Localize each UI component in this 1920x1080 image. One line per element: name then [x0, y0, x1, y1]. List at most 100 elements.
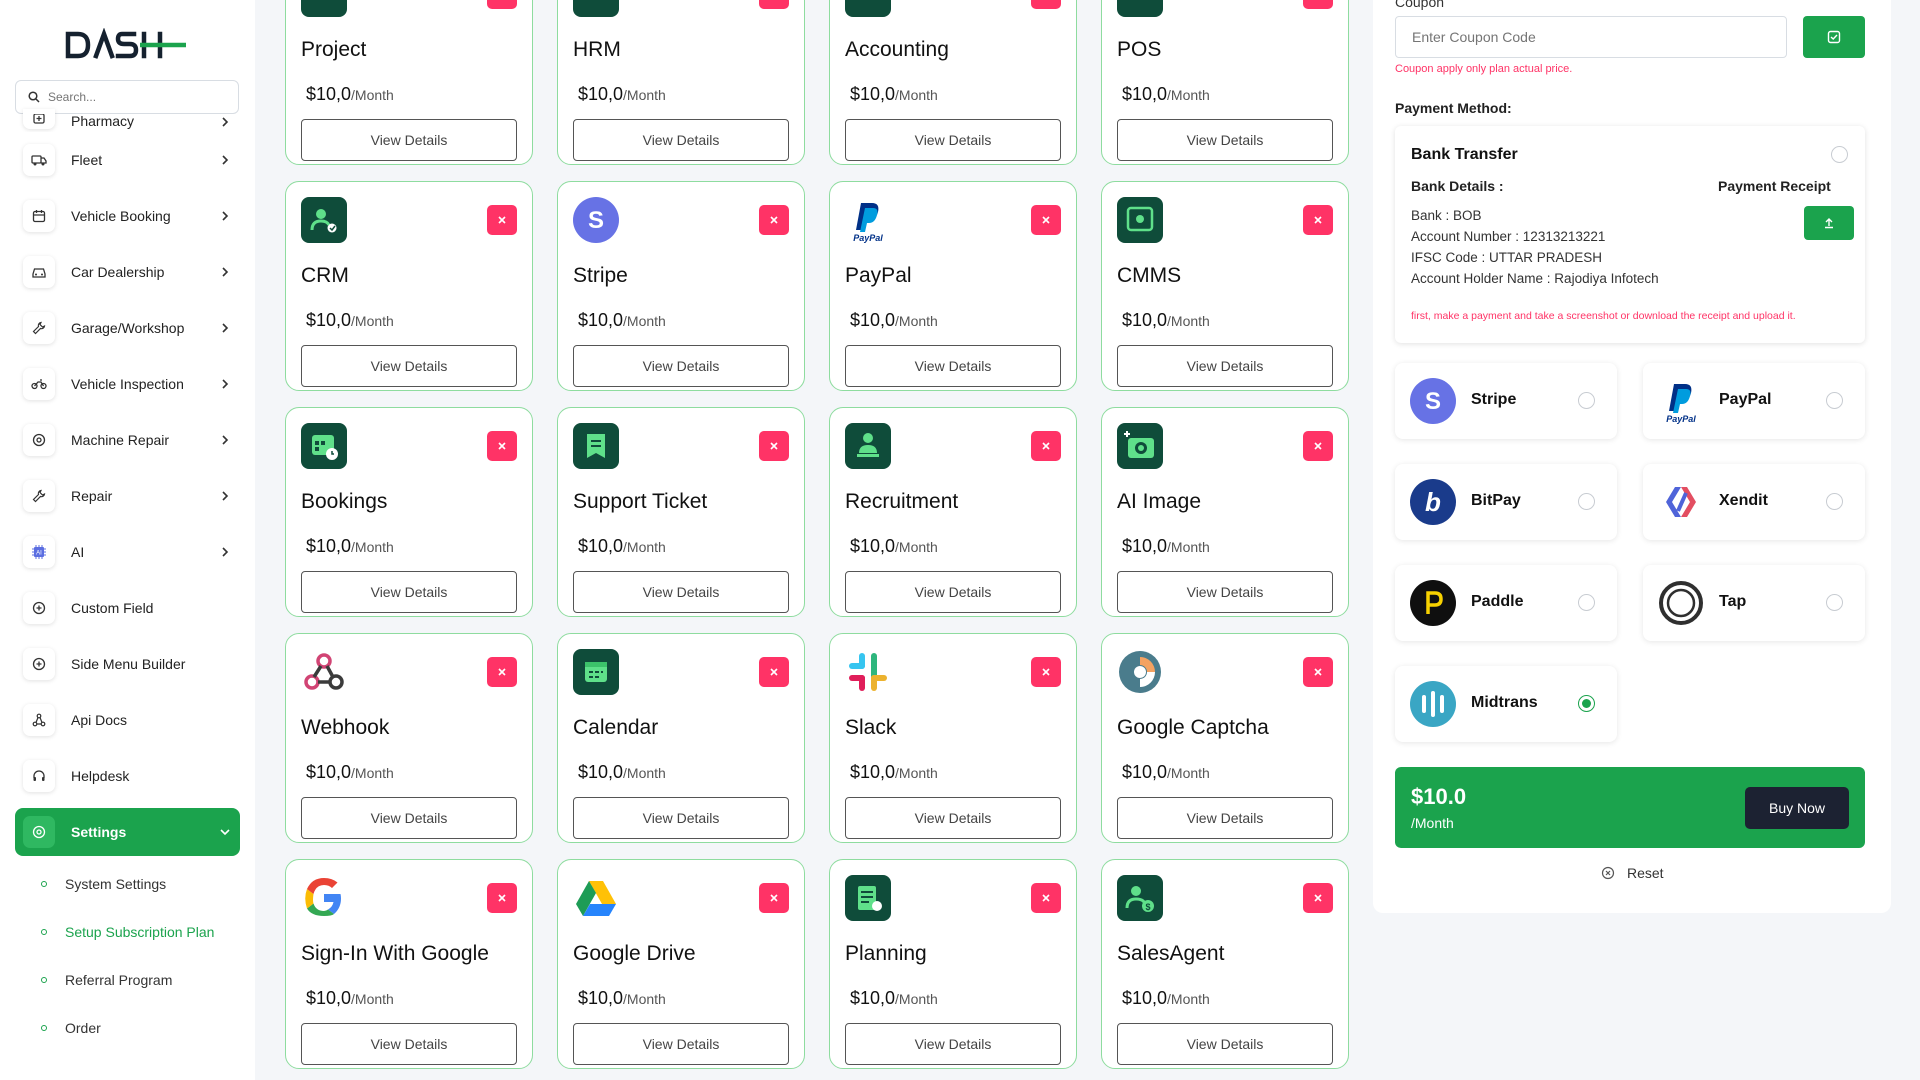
view-details-button[interactable]: View Details [301, 119, 517, 161]
close-icon [498, 216, 506, 224]
gateway-radio[interactable] [1578, 392, 1595, 409]
view-details-button[interactable]: View Details [1117, 571, 1333, 613]
remove-plan-button[interactable] [487, 883, 517, 913]
gateway-radio[interactable] [1578, 594, 1595, 611]
view-details-button[interactable]: View Details [573, 571, 789, 613]
plan-price: $10,0/Month [578, 762, 666, 783]
remove-plan-button[interactable] [487, 0, 517, 9]
submenu-system-settings[interactable]: System Settings [15, 860, 240, 908]
gateway-paypal[interactable]: PayPal PayPal [1643, 363, 1865, 439]
remove-plan-button[interactable] [1031, 431, 1061, 461]
upload-receipt-button[interactable] [1804, 206, 1854, 240]
chevron-right-icon [222, 155, 229, 165]
view-details-button[interactable]: View Details [845, 571, 1061, 613]
remove-plan-button[interactable] [1303, 431, 1333, 461]
remove-plan-button[interactable] [759, 205, 789, 235]
remove-plan-button[interactable] [1031, 657, 1061, 687]
view-details-button[interactable]: View Details [573, 119, 789, 161]
gateway-stripe[interactable]: S Stripe [1395, 363, 1617, 439]
view-details-button[interactable]: View Details [301, 345, 517, 387]
remove-plan-button[interactable] [1031, 0, 1061, 9]
remove-plan-button[interactable] [487, 431, 517, 461]
remove-plan-button[interactable] [1031, 205, 1061, 235]
remove-plan-button[interactable] [1031, 883, 1061, 913]
plan-price-value: $10,0 [1122, 310, 1168, 330]
bank-transfer-radio[interactable] [1831, 146, 1848, 163]
sidebar-item-side-menu-builder[interactable]: Side Menu Builder [15, 636, 240, 692]
sidebar-item-custom-field[interactable]: Custom Field [15, 580, 240, 636]
view-details-button[interactable]: View Details [301, 1023, 517, 1065]
chevron-right-icon [222, 547, 229, 557]
coupon-input[interactable] [1395, 16, 1787, 58]
google-drive-icon [573, 875, 619, 921]
remove-plan-button[interactable] [759, 431, 789, 461]
view-details-button[interactable]: View Details [1117, 119, 1333, 161]
sidebar-item-ai[interactable]: AI AI [15, 524, 240, 580]
remove-plan-button[interactable] [487, 205, 517, 235]
gateway-radio[interactable] [1826, 392, 1843, 409]
sidebar-item-vehicle-inspection[interactable]: Vehicle Inspection [15, 356, 240, 412]
sidebar-item-vehicle-booking[interactable]: Vehicle Booking [15, 188, 240, 244]
sidebar-item-garage-workshop[interactable]: Garage/Workshop [15, 300, 240, 356]
remove-plan-button[interactable] [759, 657, 789, 687]
sidebar-item-label: Settings [71, 824, 127, 840]
submenu-referral-program[interactable]: Referral Program [15, 956, 240, 1004]
sidebar-item-api-docs[interactable]: Api Docs [15, 692, 240, 748]
remove-plan-button[interactable] [759, 0, 789, 9]
remove-plan-button[interactable] [1303, 883, 1333, 913]
sidebar-item-machine-repair[interactable]: Machine Repair [15, 412, 240, 468]
close-icon [498, 442, 506, 450]
view-details-button[interactable]: View Details [845, 345, 1061, 387]
dash-logo[interactable] [64, 28, 190, 62]
gateway-bitpay[interactable]: b BitPay [1395, 464, 1617, 540]
close-icon [498, 668, 506, 676]
gateway-midtrans[interactable]: Midtrans [1395, 666, 1617, 742]
camera-icon [1117, 423, 1163, 469]
gateway-radio[interactable] [1826, 594, 1843, 611]
view-details-button[interactable]: View Details [845, 119, 1061, 161]
sidebar-item-car-dealership[interactable]: Car Dealership [15, 244, 240, 300]
view-details-button[interactable]: View Details [301, 571, 517, 613]
view-details-button[interactable]: View Details [1117, 1023, 1333, 1065]
plan-price-period: /Month [1167, 313, 1210, 329]
search-input[interactable] [48, 90, 228, 104]
submenu-setup-subscription-plan[interactable]: Setup Subscription Plan [15, 908, 240, 956]
remove-plan-button[interactable] [1303, 0, 1333, 9]
gateway-radio[interactable] [1578, 493, 1595, 510]
gateway-radio[interactable] [1578, 695, 1595, 712]
sidebar-item-helpdesk[interactable]: Helpdesk [15, 748, 240, 804]
gateway-paddle[interactable]: Paddle [1395, 565, 1617, 641]
submenu-order[interactable]: Order [15, 1004, 240, 1052]
svg-text:b: b [1425, 487, 1441, 517]
sidebar-item-label: Vehicle Inspection [71, 376, 184, 392]
sidebar-item-repair[interactable]: Repair [15, 468, 240, 524]
view-details-button[interactable]: View Details [1117, 797, 1333, 839]
view-details-button[interactable]: View Details [845, 797, 1061, 839]
buy-now-button[interactable]: Buy Now [1745, 787, 1849, 829]
sidebar-item-fleet[interactable]: Fleet [15, 132, 240, 188]
bank-transfer-option[interactable]: Bank Transfer Bank Details : Payment Rec… [1395, 126, 1865, 343]
plan-price-period: /Month [1167, 87, 1210, 103]
gateway-xendit[interactable]: Xendit [1643, 464, 1865, 540]
sidebar-item-pharmacy[interactable]: Pharmacy [15, 106, 240, 132]
remove-plan-button[interactable] [487, 657, 517, 687]
reset-button[interactable]: Reset [1601, 865, 1664, 881]
view-details-button[interactable]: View Details [573, 797, 789, 839]
view-details-button[interactable]: View Details [573, 345, 789, 387]
view-details-button[interactable]: View Details [1117, 345, 1333, 387]
view-details-button[interactable]: View Details [573, 1023, 789, 1065]
api-icon [23, 704, 55, 736]
remove-plan-button[interactable] [759, 883, 789, 913]
coupon-label: Coupon [1395, 0, 1445, 10]
remove-plan-button[interactable] [1303, 205, 1333, 235]
remove-plan-button[interactable] [1303, 657, 1333, 687]
gateway-name: Xendit [1719, 492, 1768, 509]
view-details-button[interactable]: View Details [301, 797, 517, 839]
plan-price-period: /Month [895, 765, 938, 781]
view-details-button[interactable]: View Details [845, 1023, 1061, 1065]
sidebar-item-settings[interactable]: Settings [15, 808, 240, 856]
gateway-tap[interactable]: Tap [1643, 565, 1865, 641]
apply-coupon-button[interactable] [1803, 16, 1865, 58]
gateway-radio[interactable] [1826, 493, 1843, 510]
plan-card-recruitment: Recruitment $10,0/Month View Details [829, 407, 1077, 617]
